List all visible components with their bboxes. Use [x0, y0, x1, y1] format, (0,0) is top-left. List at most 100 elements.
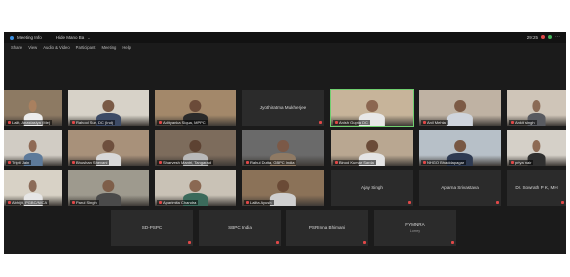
menu-share[interactable]: Share: [11, 45, 22, 50]
participant-tile[interactable]: Aparna Srivastava: [419, 170, 501, 206]
menu-meeting[interactable]: Meeting: [101, 45, 116, 50]
participant-tile[interactable]: Lalita Ayush: [242, 170, 324, 206]
muted-mic-icon: [423, 120, 426, 124]
chevron-down-icon: ⌄: [87, 35, 91, 40]
participant-name-label: Ankit singh: [509, 119, 537, 125]
participant-tile[interactable]: Tripti Jain: [4, 130, 62, 166]
participant-name-label: Anil Mehta: [421, 119, 448, 125]
participant-name: Anish Gupta DC: [339, 119, 368, 125]
menu-view[interactable]: View: [28, 45, 37, 50]
participant-tile[interactable]: Rahul Dutta, GBPC India: [242, 130, 324, 166]
participant-name: Tripti Jain: [12, 159, 30, 165]
participant-name-label: Binod Kumar Sarda: [333, 159, 376, 165]
participant-tile[interactable]: Rahool Sur, DC (Ind): [68, 90, 149, 126]
participant-tile[interactable]: Aparimita Chandra: [155, 170, 236, 206]
participant-head: [366, 140, 378, 152]
meeting-info[interactable]: Meeting Info: [10, 35, 42, 40]
participant-head: [189, 180, 202, 192]
participant-head: [102, 100, 115, 112]
participant-name: PSRInna Bhimani: [308, 225, 346, 230]
participant-name-label: Aparimita Chandra: [157, 199, 199, 205]
participant-name-label: Anish Gupta DC: [333, 119, 370, 125]
participant-silhouette: [95, 180, 122, 206]
participant-tile[interactable]: Anish Gupta DC: [330, 89, 414, 127]
participant-head: [366, 100, 378, 112]
participant-name: Ankit singh: [515, 119, 535, 125]
menu-audio-video[interactable]: Audio & Video: [43, 45, 69, 50]
muted-mic-icon: [246, 160, 249, 164]
participant-head: [277, 180, 289, 192]
participant-tile[interactable]: Adityanka Siqua, MPPC: [155, 90, 236, 126]
participant-name: Lalita Ayush: [250, 199, 272, 205]
participant-body: [446, 113, 474, 126]
participant-head: [189, 100, 202, 112]
participant-head: [102, 180, 115, 192]
title-bar: Meeting Info Hide Mano Ba ⌄ 29:25 ⋯: [4, 32, 566, 43]
muted-mic-icon: [159, 200, 162, 204]
muted-mic-icon: [276, 240, 279, 244]
shield-icon: [10, 35, 14, 40]
participant-tile[interactable]: NHGO Bhaddapagar: [419, 130, 501, 166]
participant-head: [28, 100, 38, 112]
host-label-group[interactable]: Hide Mano Ba ⌄: [56, 35, 91, 40]
participant-name-label: Bhushan Shevani: [70, 159, 110, 165]
participant-tile[interactable]: PSRInna Bhimani: [286, 210, 368, 246]
participant-tile[interactable]: Anil Mehta: [419, 90, 501, 126]
participant-name: SBPC India: [228, 225, 252, 230]
muted-mic-icon: [335, 120, 338, 124]
participant-head: [532, 100, 541, 112]
participant-tile[interactable]: Ajay Singh: [331, 170, 413, 206]
participant-tile[interactable]: Abhijit, PGBC/NICA: [4, 170, 62, 206]
participant-name: Lalit, Anastasiya (Me): [12, 119, 51, 125]
participant-tile[interactable]: Ankit singh: [507, 90, 566, 126]
participant-name: priya nair: [515, 159, 532, 165]
menu-participant[interactable]: Participant: [76, 45, 96, 50]
participant-tile[interactable]: SBPC India: [199, 210, 281, 246]
muted-mic-icon: [8, 200, 11, 204]
participant-name: NHGO Bhaddapagar: [427, 159, 465, 165]
muted-mic-icon: [72, 120, 75, 124]
participant-name-label: Rahool Sur, DC (Ind): [70, 119, 116, 125]
security-icon[interactable]: [548, 35, 552, 39]
muted-mic-icon: [188, 240, 191, 244]
record-icon[interactable]: [541, 35, 545, 39]
participant-name: Ajay Singh: [361, 185, 383, 190]
meeting-window: Meeting Info Hide Mano Ba ⌄ 29:25 ⋯ Shar…: [4, 32, 566, 254]
participant-name: Jyothiratma Mukherjee: [259, 105, 307, 110]
participant-name: Aparna Srivastava: [441, 185, 479, 190]
muted-mic-icon: [72, 160, 75, 164]
participant-body: [269, 193, 297, 206]
participant-name: Dr. Sowrath P K, MH: [515, 185, 558, 190]
participant-tile[interactable]: Parul Singh: [68, 170, 149, 206]
participant-name: Aparimita Chandra: [163, 199, 197, 205]
participant-tile[interactable]: FYMNRA Lorrey: [374, 210, 456, 246]
muted-mic-icon: [496, 200, 499, 204]
participant-tile[interactable]: Lalit, Anastasiya (Me): [4, 90, 62, 126]
participant-tile[interactable]: SD-PSPC: [111, 210, 193, 246]
muted-mic-icon: [159, 160, 162, 164]
muted-mic-icon: [8, 120, 11, 124]
participant-tile[interactable]: Dr. Sowrath P K, MH: [507, 170, 566, 206]
participant-name-label: Sharvesh Mantri, Tangarad: [157, 159, 213, 165]
participant-tile[interactable]: priya nair: [507, 130, 566, 166]
participant-head: [28, 180, 38, 192]
participant-name-label: Rahul Dutta, GBPC India: [244, 159, 297, 165]
participant-name: Rahool Sur, DC (Ind): [76, 119, 114, 125]
participant-tile[interactable]: Binod Kumar Sarda: [331, 130, 413, 166]
more-icon[interactable]: ⋯: [555, 34, 560, 40]
participant-head: [102, 140, 115, 152]
menu-help[interactable]: Help: [122, 45, 131, 50]
participant-head: [189, 140, 202, 152]
muted-mic-icon: [451, 240, 454, 244]
muted-mic-icon: [159, 120, 162, 124]
participant-tile[interactable]: Sharvesh Mantri, Tangarad: [155, 130, 236, 166]
muted-mic-icon: [408, 200, 411, 204]
participant-tile[interactable]: Jyothiratma Mukherjee: [242, 90, 324, 126]
participant-name: Binod Kumar Sarda: [339, 159, 374, 165]
meeting-info-label: Meeting Info: [17, 35, 42, 40]
muted-mic-icon: [561, 200, 564, 204]
window-controls: 29:25 ⋯: [527, 34, 560, 40]
participant-body: [95, 193, 122, 206]
participant-tile[interactable]: Bhushan Shevani: [68, 130, 149, 166]
participant-name-label: Lalit, Anastasiya (Me): [6, 119, 53, 125]
